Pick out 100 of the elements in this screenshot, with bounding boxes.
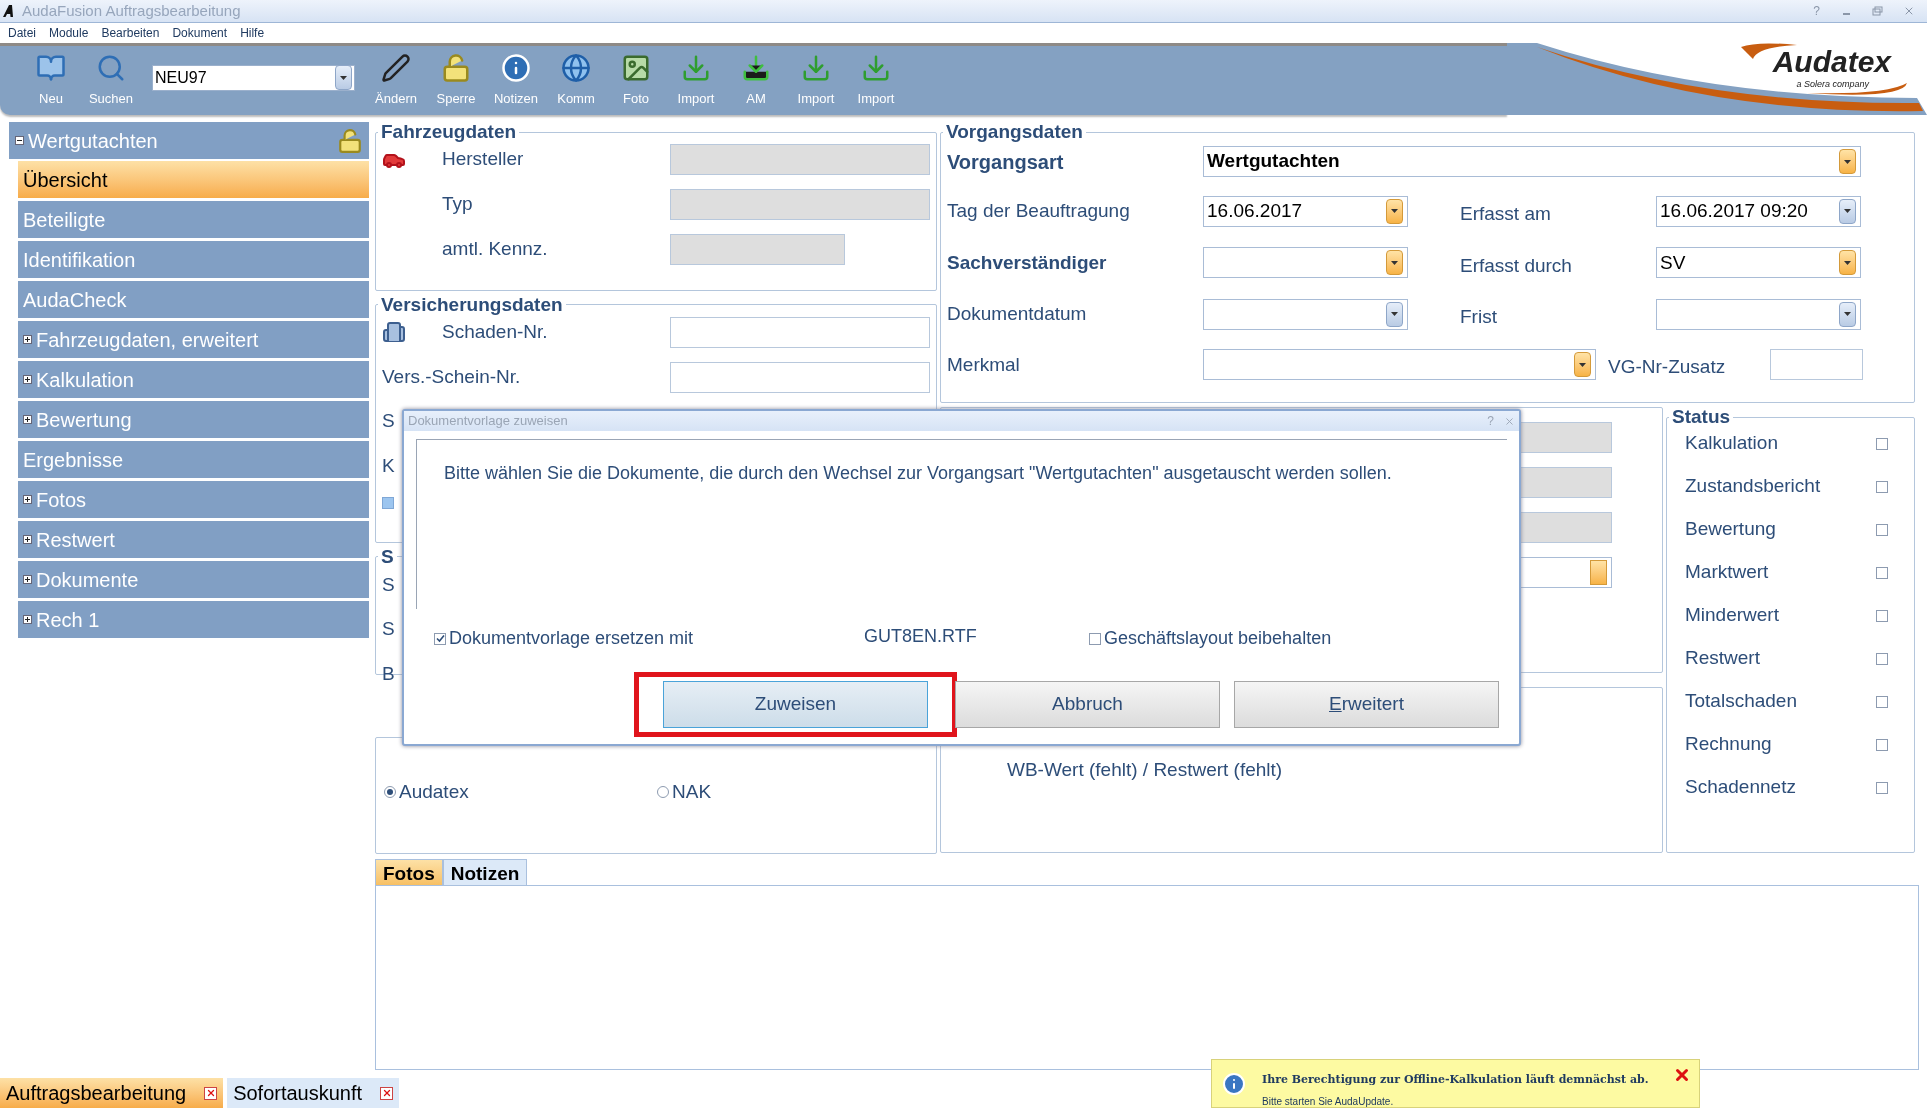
sidebar-item[interactable]: Beteiligte (18, 201, 369, 238)
input-field[interactable] (670, 361, 930, 393)
toolbar-button[interactable]: Foto (613, 52, 659, 109)
toolbar-button[interactable]: Sperre (433, 52, 479, 109)
input-field[interactable] (1770, 349, 1863, 381)
caret-icon (1391, 312, 1398, 317)
checkbox[interactable] (1876, 781, 1888, 794)
dialog-button[interactable]: Erweitert (1234, 681, 1499, 728)
checkbox[interactable] (1876, 523, 1888, 536)
expand-icon[interactable] (23, 535, 32, 544)
sidebar-header[interactable]: Wertgutachten (9, 122, 369, 159)
input-field[interactable] (670, 189, 930, 220)
expand-icon[interactable] (23, 495, 32, 504)
dropdown-button[interactable] (1386, 198, 1403, 224)
expand-icon[interactable] (23, 415, 32, 424)
toolbar-button[interactable]: Komm (553, 52, 599, 109)
checkbox[interactable] (1876, 695, 1888, 708)
sidebar-item[interactable]: Restwert (18, 521, 369, 558)
close-icon[interactable] (1903, 5, 1915, 17)
checkbox[interactable] (1876, 738, 1888, 751)
checkbox[interactable] (382, 496, 394, 509)
menu-item[interactable]: Bearbeiten (101, 24, 160, 42)
panel-title: Status (1671, 407, 1732, 427)
help-button[interactable]: ? (1487, 412, 1494, 430)
caret-icon (1391, 260, 1398, 265)
field-label: Frist (1459, 305, 1498, 329)
checkbox[interactable] (1876, 609, 1888, 622)
collapse-icon[interactable] (15, 136, 24, 145)
caret-icon (340, 75, 347, 80)
sidebar-item[interactable]: Übersicht (18, 161, 369, 198)
toolbar-button[interactable]: Import (793, 52, 839, 109)
dialog-button[interactable]: Abbruch (955, 681, 1220, 728)
sidebar-item[interactable]: Bewertung (18, 401, 369, 438)
dropdown-button[interactable] (1839, 198, 1856, 224)
expand-icon[interactable] (23, 375, 32, 384)
sidebar-item[interactable]: Fotos (18, 481, 369, 518)
close-icon[interactable] (380, 1086, 394, 1100)
toolbar-button[interactable]: Neu (28, 52, 74, 109)
toolbar-button[interactable]: Suchen (88, 52, 134, 109)
menu-item[interactable]: Hilfe (240, 24, 265, 42)
document-tab[interactable]: Auftragsbearbeitung (0, 1078, 224, 1108)
dropdown-field[interactable] (1203, 349, 1596, 381)
sidebar-item[interactable]: Fahrzeugdaten, erweitert (18, 321, 369, 358)
dropdown-button[interactable] (335, 65, 352, 90)
close-icon[interactable] (204, 1086, 218, 1100)
tab[interactable]: Fotos (375, 859, 443, 886)
tab[interactable]: Notizen (442, 859, 528, 886)
radio-button[interactable] (384, 786, 396, 799)
sidebar-item[interactable]: Kalkulation (18, 361, 369, 398)
toolbar-button[interactable]: AM (733, 52, 779, 109)
restore-icon[interactable] (1872, 6, 1883, 16)
dropdown-button[interactable] (1386, 301, 1403, 327)
checkbox[interactable] (1089, 632, 1101, 645)
menu-item[interactable]: Dokument (172, 24, 228, 42)
dropdown-field[interactable] (1656, 298, 1861, 330)
menu-item[interactable]: Module (49, 24, 89, 42)
radio-button[interactable] (657, 786, 669, 799)
toolbar-button[interactable]: Ändern (373, 52, 419, 109)
field-label: S (382, 408, 395, 433)
menu-item[interactable]: Datei (8, 24, 36, 42)
dropdown-field[interactable]: 16.06.2017 (1203, 195, 1408, 227)
input-field[interactable] (670, 234, 845, 265)
field-label: VG-Nr-Zusatz (1607, 354, 1727, 379)
sidebar-item[interactable]: Identifikation (18, 241, 369, 278)
input-field[interactable] (670, 316, 930, 348)
dropdown-field[interactable]: SV (1656, 247, 1861, 279)
record-combo[interactable]: NEU97 (152, 64, 355, 91)
dropdown-button[interactable] (1574, 352, 1591, 378)
sidebar-item[interactable]: Dokumente (18, 561, 369, 598)
dropdown-field[interactable] (1203, 298, 1408, 330)
status-label: Minderwert (1685, 603, 1780, 628)
input-field[interactable] (670, 144, 930, 175)
checkbox[interactable] (434, 632, 446, 645)
toolbar-button[interactable]: Notizen (493, 52, 539, 109)
checkbox[interactable] (1876, 652, 1888, 665)
expand-icon[interactable] (23, 615, 32, 624)
dropdown-field[interactable]: 16.06.2017 09:20 (1656, 195, 1861, 227)
dropdown-field[interactable]: Wertgutachten (1203, 146, 1861, 177)
checkbox[interactable] (1876, 566, 1888, 579)
dropdown-button[interactable] (1839, 149, 1856, 174)
expand-icon[interactable] (23, 575, 32, 584)
expand-icon[interactable] (23, 335, 32, 344)
help-button[interactable]: ? (1813, 2, 1820, 20)
dialog-button[interactable]: Zuweisen (663, 681, 928, 728)
dropdown-field[interactable] (1203, 247, 1408, 279)
checkbox[interactable] (1876, 437, 1888, 450)
dropdown-button[interactable] (1839, 250, 1856, 276)
sidebar-item[interactable]: Ergebnisse (18, 441, 369, 478)
dropdown-button[interactable] (1839, 301, 1856, 327)
field-label: K (382, 453, 395, 478)
checkbox[interactable] (1876, 480, 1888, 493)
close-icon[interactable] (1673, 1066, 1691, 1084)
document-tab[interactable]: Sofortauskunft (227, 1078, 400, 1108)
panel-title: Fahrzeugdaten (380, 122, 518, 142)
toolbar-button[interactable]: Import (673, 52, 719, 109)
padlock-icon (441, 52, 471, 83)
toolbar-button[interactable]: Import (853, 52, 899, 109)
sidebar-item[interactable]: Rech 1 (18, 601, 369, 638)
sidebar-item[interactable]: AudaCheck (18, 281, 369, 318)
dropdown-button[interactable] (1386, 250, 1403, 276)
